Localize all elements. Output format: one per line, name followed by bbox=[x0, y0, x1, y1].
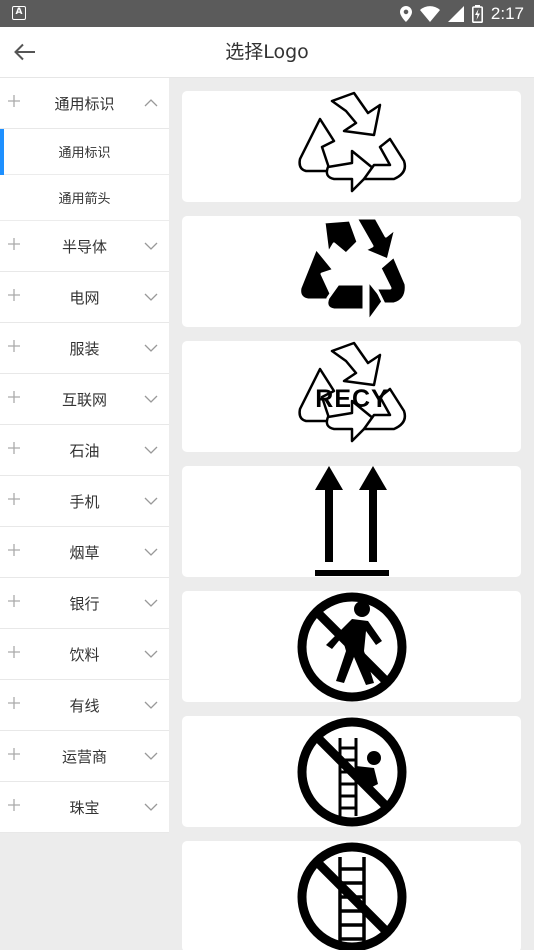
plus-icon[interactable] bbox=[8, 697, 20, 709]
plus-icon[interactable] bbox=[8, 799, 20, 811]
plus-icon[interactable] bbox=[8, 646, 20, 658]
category-sidebar: 通用标识 通用标识 通用箭头 半导体 电网 服装 互联网 石油 手机 烟草 银行… bbox=[0, 78, 169, 950]
recycle-filled-icon bbox=[297, 216, 408, 323]
chevron-down-icon[interactable] bbox=[144, 751, 158, 761]
chevron-down-icon[interactable] bbox=[144, 700, 158, 710]
logo-card[interactable] bbox=[182, 91, 521, 202]
recycle-text: RECY bbox=[315, 385, 388, 413]
logo-card[interactable] bbox=[182, 591, 521, 702]
page-title: 选择Logo bbox=[225, 41, 309, 63]
category-cable[interactable]: 有线 bbox=[0, 680, 169, 731]
plus-icon[interactable] bbox=[8, 493, 20, 505]
chevron-down-icon[interactable] bbox=[144, 343, 158, 353]
category-tobacco[interactable]: 烟草 bbox=[0, 527, 169, 578]
status-bar: A 2:17 bbox=[0, 0, 534, 27]
plus-icon[interactable] bbox=[8, 595, 20, 607]
plus-icon[interactable] bbox=[8, 238, 20, 250]
chevron-down-icon[interactable] bbox=[144, 241, 158, 251]
logo-grid: RECY bbox=[169, 78, 534, 950]
chevron-down-icon[interactable] bbox=[144, 496, 158, 506]
category-beverage[interactable]: 饮料 bbox=[0, 629, 169, 680]
chevron-down-icon[interactable] bbox=[144, 547, 158, 557]
app-bar: 选择Logo bbox=[0, 27, 534, 78]
category-mobile-phone[interactable]: 手机 bbox=[0, 476, 169, 527]
plus-icon[interactable] bbox=[8, 544, 20, 556]
logo-card[interactable] bbox=[182, 841, 521, 950]
recycle-outline-icon bbox=[297, 91, 406, 192]
wifi-icon bbox=[419, 5, 440, 22]
plus-icon[interactable] bbox=[8, 340, 20, 352]
recycle-text-icon: RECY bbox=[297, 341, 406, 442]
category-power-grid[interactable]: 电网 bbox=[0, 272, 169, 323]
chevron-down-icon[interactable] bbox=[144, 598, 158, 608]
chevron-down-icon[interactable] bbox=[144, 802, 158, 812]
subcategory-general-signs[interactable]: 通用标识 bbox=[0, 129, 169, 175]
signal-icon bbox=[447, 5, 464, 22]
battery-icon bbox=[471, 4, 483, 23]
this-way-up-icon bbox=[314, 465, 389, 576]
no-ladder-icon bbox=[297, 842, 406, 950]
no-climbing-icon bbox=[297, 717, 406, 826]
category-clothing[interactable]: 服装 bbox=[0, 323, 169, 374]
category-bank[interactable]: 银行 bbox=[0, 578, 169, 629]
category-carrier[interactable]: 运营商 bbox=[0, 731, 169, 782]
chevron-up-icon[interactable] bbox=[144, 98, 158, 108]
plus-icon[interactable] bbox=[8, 391, 20, 403]
no-pedestrian-icon bbox=[297, 592, 406, 701]
logo-card[interactable] bbox=[182, 465, 521, 577]
logo-card[interactable]: RECY bbox=[182, 341, 521, 452]
category-petroleum[interactable]: 石油 bbox=[0, 425, 169, 476]
chevron-down-icon[interactable] bbox=[144, 394, 158, 404]
plus-icon[interactable] bbox=[8, 95, 20, 107]
category-jewelry[interactable]: 珠宝 bbox=[0, 782, 169, 833]
logo-card[interactable] bbox=[182, 716, 521, 827]
clock-time: 2:17 bbox=[490, 3, 524, 23]
category-general-signs[interactable]: 通用标识 bbox=[0, 78, 169, 129]
location-icon bbox=[399, 5, 412, 22]
plus-icon[interactable] bbox=[8, 748, 20, 760]
category-internet[interactable]: 互联网 bbox=[0, 374, 169, 425]
chevron-down-icon[interactable] bbox=[144, 292, 158, 302]
chevron-down-icon[interactable] bbox=[144, 445, 158, 455]
plus-icon[interactable] bbox=[8, 289, 20, 301]
notification-a-icon: A bbox=[12, 6, 26, 20]
subcategory-general-arrows[interactable]: 通用箭头 bbox=[0, 175, 169, 221]
logo-card[interactable] bbox=[182, 216, 521, 327]
category-semiconductor[interactable]: 半导体 bbox=[0, 221, 169, 272]
plus-icon[interactable] bbox=[8, 442, 20, 454]
chevron-down-icon[interactable] bbox=[144, 649, 158, 659]
